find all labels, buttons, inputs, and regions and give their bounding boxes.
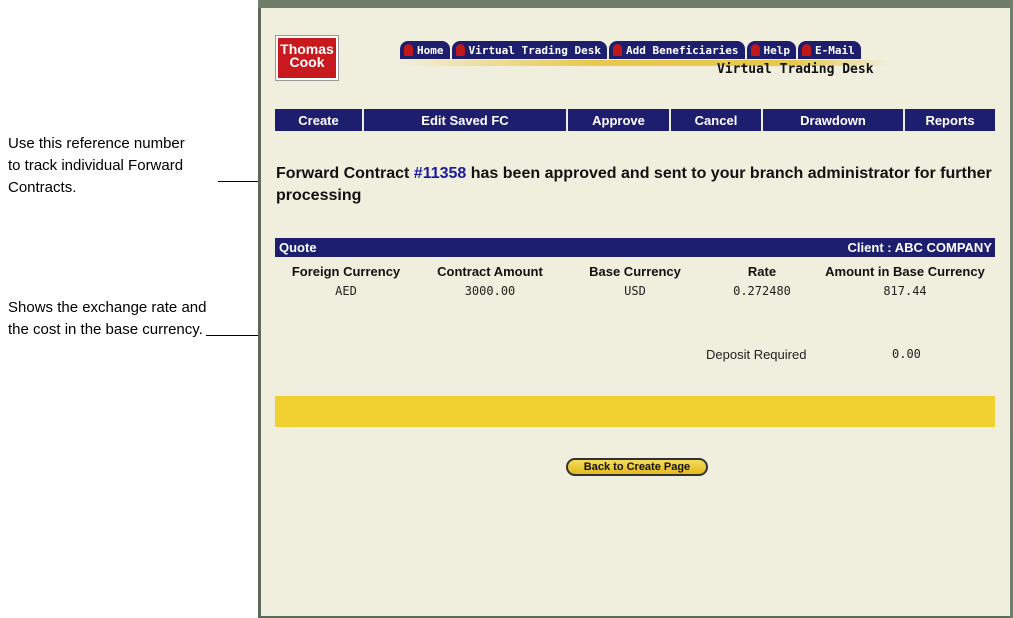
menu-reports[interactable]: Reports xyxy=(905,109,995,131)
value-foreign-currency: AED xyxy=(335,284,357,298)
header-contract-amount: Contract Amount xyxy=(437,264,543,279)
nav-tab-home[interactable]: Home xyxy=(400,41,450,59)
tab-bullet-icon xyxy=(750,44,760,56)
deposit-value: 0.00 xyxy=(892,347,921,361)
quote-header-bar: Quote Client : ABC COMPANY xyxy=(275,238,995,257)
nav-tab-help[interactable]: Help xyxy=(746,41,797,59)
rate-note: Shows the exchange rate and the cost in … xyxy=(8,299,207,338)
header-rate: Rate xyxy=(747,264,777,279)
nav-tab-add-beneficiaries[interactable]: Add Beneficiaries xyxy=(608,41,745,59)
tab-bullet-icon xyxy=(455,44,465,56)
menu-cancel[interactable]: Cancel xyxy=(671,109,763,131)
header-base-currency: Base Currency xyxy=(589,264,681,279)
tab-bullet-icon xyxy=(404,44,413,56)
value-base-currency: USD xyxy=(624,284,646,298)
header-foreign-currency: Foreign Currency xyxy=(291,264,401,279)
reference-note: Use this reference number to track indiv… xyxy=(8,135,185,196)
nav-tab-email[interactable]: E-Mail xyxy=(798,41,861,59)
page-title: Virtual Trading Desk xyxy=(717,62,874,77)
value-amount-base-currency: 817.44 xyxy=(883,284,927,298)
confirmation-message: Forward Contract #11358 has been approve… xyxy=(276,165,992,204)
top-nav: Home Virtual Trading Desk Add Beneficiar… xyxy=(400,40,863,60)
header-amount-base-currency: Amount in Base Currency xyxy=(825,264,985,279)
menu-edit-saved-fc[interactable]: Edit Saved FC xyxy=(364,109,568,131)
client-label: Client : ABC COMPANY xyxy=(847,240,992,255)
menu-drawdown[interactable]: Drawdown xyxy=(763,109,905,131)
deposit-label: Deposit Required xyxy=(706,347,807,362)
app-frame xyxy=(258,0,1013,618)
tab-bullet-icon xyxy=(612,44,622,56)
logo-line2: Cook xyxy=(289,54,325,70)
back-to-create-button[interactable]: Back to Create Page xyxy=(566,458,708,476)
frame-top-border xyxy=(258,0,1013,8)
menu-approve[interactable]: Approve xyxy=(568,109,671,131)
nav-tab-virtual-trading-desk[interactable]: Virtual Trading Desk xyxy=(451,41,607,59)
thomas-cook-logo[interactable]: Thomas Cook xyxy=(276,36,338,80)
value-rate: 0.272480 xyxy=(733,284,791,298)
contract-reference-number[interactable]: #11358 xyxy=(414,165,467,182)
tab-bullet-icon xyxy=(802,44,812,56)
quote-label: Quote xyxy=(279,240,317,255)
status-bar xyxy=(275,396,995,427)
menu-create[interactable]: Create xyxy=(275,109,364,131)
value-contract-amount: 3000.00 xyxy=(464,284,516,298)
action-menu: Create Edit Saved FC Approve Cancel Draw… xyxy=(275,109,995,131)
